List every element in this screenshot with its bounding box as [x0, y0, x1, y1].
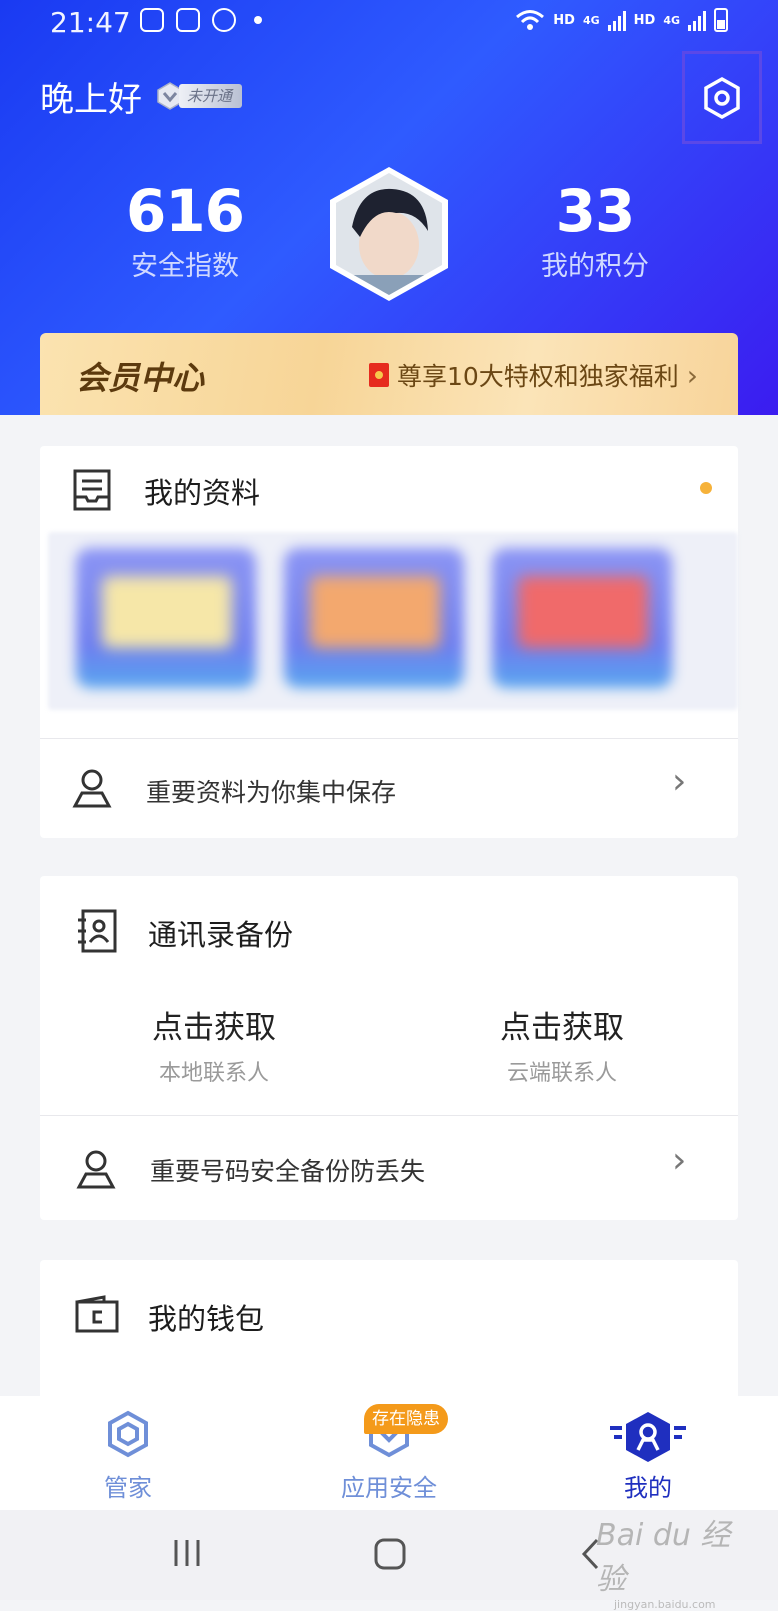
member-promo: 尊享10大特权和独家福利 ›: [368, 357, 698, 393]
baidu-watermark: Bai du 经验 jingyan.baidu.com: [596, 1510, 746, 1611]
wallet-card[interactable]: 我的钱包: [40, 1260, 738, 1400]
my-data-row-text: 重要资料为你集中保存: [146, 778, 397, 807]
member-center-title: 会员中心: [76, 359, 205, 397]
points-stat[interactable]: 33 我的积分: [520, 180, 670, 283]
more-notifications-dot: [254, 16, 262, 24]
cloud-contacts-value: 点击获取: [500, 1010, 624, 1046]
data-thumbnail[interactable]: [492, 548, 672, 688]
vip-status-badge[interactable]: 未开通: [157, 82, 267, 110]
home-icon[interactable]: [374, 1538, 406, 1570]
my-data-card: 我的资料 重要资料为你集中保存 ›: [40, 446, 738, 838]
network-label: 4G: [582, 13, 600, 27]
contacts-backup-card: 通讯录备份 点击获取 本地联系人 点击获取 云端联系人 重要号码安全备份防丢失 …: [40, 876, 738, 1220]
bottom-nav: 管家 应用安全 存在隐患 我的: [0, 1396, 778, 1510]
chevron-right-icon: ›: [686, 358, 698, 392]
profile-badge-icon: [610, 1412, 686, 1462]
contacts-backup-title: 通讯录备份: [148, 918, 294, 952]
security-score-stat[interactable]: 616 安全指数: [110, 180, 260, 283]
vip-status-text: 未开通: [179, 84, 243, 108]
local-contacts-value: 点击获取: [152, 1010, 276, 1046]
local-contacts-metric[interactable]: 点击获取 本地联系人: [114, 1002, 314, 1087]
points-label: 我的积分: [541, 251, 649, 282]
wallet-title: 我的钱包: [148, 1302, 265, 1336]
notification-icon: [140, 8, 164, 32]
status-bar: 21:47 HD 4G HD 4G: [0, 0, 778, 44]
network-label: HD: [553, 12, 575, 28]
wallet-icon: [75, 1295, 119, 1333]
data-thumbnail[interactable]: [284, 548, 464, 688]
user-icon: [72, 769, 112, 808]
battery-icon: [714, 8, 728, 32]
document-icon: [73, 469, 111, 511]
security-score-value: 616: [125, 177, 245, 245]
status-notification-icons: [140, 8, 262, 32]
user-icon: [76, 1150, 116, 1189]
member-promo-text: 尊享10大特权和独家福利: [396, 362, 679, 391]
network-label: HD: [633, 12, 656, 28]
settings-button[interactable]: [682, 51, 762, 144]
local-contacts-label: 本地联系人: [158, 1061, 269, 1086]
greeting-text: 晚上好: [40, 80, 142, 120]
red-envelope-icon: [368, 363, 389, 387]
data-thumbnail[interactable]: [76, 548, 256, 688]
my-data-row[interactable]: 重要资料为你集中保存 ›: [40, 739, 738, 838]
data-thumbnails[interactable]: [48, 532, 738, 710]
signal-icon: [688, 9, 706, 31]
shield-hexagon-icon: [108, 1410, 148, 1458]
signal-icon: [607, 9, 626, 31]
my-data-title: 我的资料: [144, 476, 261, 510]
nav-label: 管家: [104, 1474, 152, 1502]
contacts-backup-row-text: 重要号码安全备份防丢失: [150, 1157, 426, 1186]
wifi-icon: [516, 10, 545, 30]
thumbnail-content: [102, 576, 232, 648]
contacts-backup-row[interactable]: 重要号码安全备份防丢失 ›: [40, 1116, 738, 1220]
avatar[interactable]: [330, 167, 448, 301]
watermark-brand: Bai du 经验: [596, 1518, 731, 1597]
security-score-label: 安全指数: [131, 251, 239, 282]
status-time: 21:47: [50, 6, 131, 39]
contacts-book-icon: [78, 909, 117, 953]
nav-item-butler[interactable]: 管家: [53, 1410, 203, 1503]
points-value: 33: [555, 177, 636, 245]
recent-apps-icon[interactable]: [172, 1538, 202, 1568]
chevron-right-icon: ›: [672, 1140, 687, 1181]
status-system-icons: HD 4G HD 4G: [515, 8, 728, 32]
task-icon: [212, 8, 236, 32]
nav-label: 应用安全: [341, 1474, 437, 1502]
new-indicator-dot: [700, 482, 712, 494]
risk-badge: 存在隐患: [364, 1404, 448, 1434]
cloud-contacts-label: 云端联系人: [506, 1061, 617, 1086]
gallery-icon: [176, 8, 200, 32]
cloud-contacts-metric[interactable]: 点击获取 云端联系人: [462, 1002, 662, 1087]
nav-item-me[interactable]: 我的: [573, 1410, 723, 1503]
network-label: 4G: [663, 13, 680, 27]
member-center-banner[interactable]: 会员中心 尊享10大特权和独家福利 ›: [40, 333, 738, 415]
nav-label: 我的: [624, 1474, 672, 1502]
thumbnail-content: [310, 576, 440, 648]
settings-hexagon-icon: [704, 76, 740, 119]
chevron-right-icon: ›: [672, 761, 687, 802]
thumbnail-content: [518, 576, 648, 648]
